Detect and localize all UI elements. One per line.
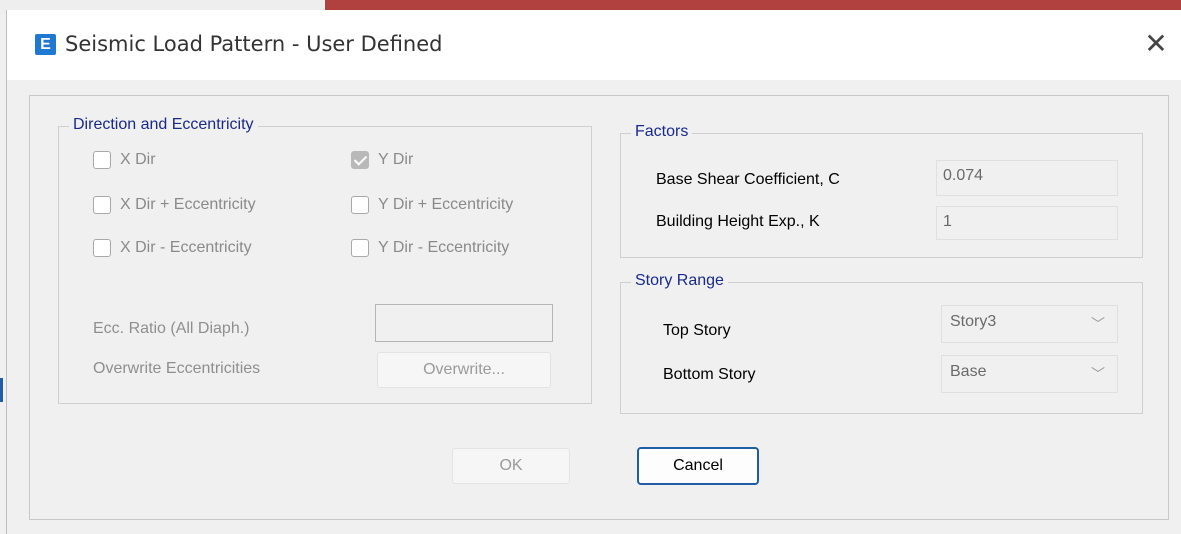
chevron-down-icon: ﹀	[1091, 317, 1105, 333]
base-shear-label: Base Shear Coefficient, C	[656, 171, 840, 188]
content-panel: Direction and Eccentricity X Dir Y Dir X…	[29, 95, 1169, 520]
x-dir-option[interactable]: X Dir	[93, 151, 156, 169]
close-button[interactable]: ✕	[1139, 28, 1173, 62]
top-story-label: Top Story	[663, 322, 731, 339]
y-dir-label: Y Dir	[378, 151, 414, 168]
direction-eccentricity-group: Direction and Eccentricity X Dir Y Dir X…	[58, 116, 592, 404]
height-exp-input[interactable]: 1	[936, 206, 1118, 240]
cancel-button[interactable]: Cancel	[637, 447, 759, 485]
overwrite-button[interactable]: Overwrite...	[377, 352, 551, 388]
y-dir-minus-ecc-option[interactable]: Y Dir - Eccentricity	[351, 239, 509, 257]
bottom-story-value: Base	[950, 363, 987, 380]
title-bar[interactable]: E Seismic Load Pattern - User Defined ✕	[7, 10, 1181, 80]
ok-button[interactable]: OK	[452, 448, 570, 484]
y-dir-option[interactable]: Y Dir	[351, 151, 413, 169]
y-dir-plus-ecc-option[interactable]: Y Dir + Eccentricity	[351, 196, 513, 214]
top-story-value: Story3	[950, 313, 997, 330]
height-exp-label: Building Height Exp., K	[656, 213, 820, 230]
x-dir-plus-ecc-checkbox[interactable]	[93, 196, 111, 214]
y-dir-minus-ecc-checkbox[interactable]	[351, 239, 369, 257]
direction-eccentricity-title: Direction and Eccentricity	[69, 116, 258, 134]
bottom-story-label: Bottom Story	[663, 366, 756, 383]
window-title: Seismic Load Pattern - User Defined	[65, 32, 443, 56]
story-range-group: Story Range Top Story Story3 ﹀ Bottom St…	[620, 272, 1143, 414]
ecc-ratio-input[interactable]	[375, 304, 553, 342]
y-dir-plus-ecc-checkbox[interactable]	[351, 196, 369, 214]
y-dir-checkbox[interactable]	[351, 151, 369, 169]
x-dir-plus-ecc-option[interactable]: X Dir + Eccentricity	[93, 196, 256, 214]
x-dir-checkbox[interactable]	[93, 151, 111, 169]
y-dir-plus-ecc-label: Y Dir + Eccentricity	[378, 196, 514, 213]
factors-group: Factors Base Shear Coefficient, C 0.074 …	[620, 123, 1143, 258]
seismic-load-dialog: E Seismic Load Pattern - User Defined ✕ …	[6, 10, 1181, 534]
chevron-down-icon: ﹀	[1091, 367, 1105, 383]
top-story-select[interactable]: Story3 ﹀	[941, 305, 1118, 343]
base-shear-input[interactable]: 0.074	[936, 160, 1118, 196]
bottom-story-select[interactable]: Base ﹀	[941, 355, 1118, 393]
overwrite-eccentricities-label: Overwrite Eccentricities	[93, 360, 261, 377]
factors-title: Factors	[631, 123, 693, 141]
x-dir-label: X Dir	[120, 151, 156, 168]
ecc-ratio-label: Ecc. Ratio (All Diaph.)	[93, 320, 250, 337]
y-dir-minus-ecc-label: Y Dir - Eccentricity	[378, 239, 510, 256]
close-icon: ✕	[1144, 27, 1168, 60]
background-edge-mark	[0, 378, 3, 402]
x-dir-minus-ecc-label: X Dir - Eccentricity	[120, 239, 252, 256]
story-range-title: Story Range	[631, 272, 728, 290]
x-dir-plus-ecc-label: X Dir + Eccentricity	[120, 196, 256, 213]
x-dir-minus-ecc-checkbox[interactable]	[93, 239, 111, 257]
x-dir-minus-ecc-option[interactable]: X Dir - Eccentricity	[93, 239, 252, 257]
app-logo-icon: E	[35, 34, 56, 55]
